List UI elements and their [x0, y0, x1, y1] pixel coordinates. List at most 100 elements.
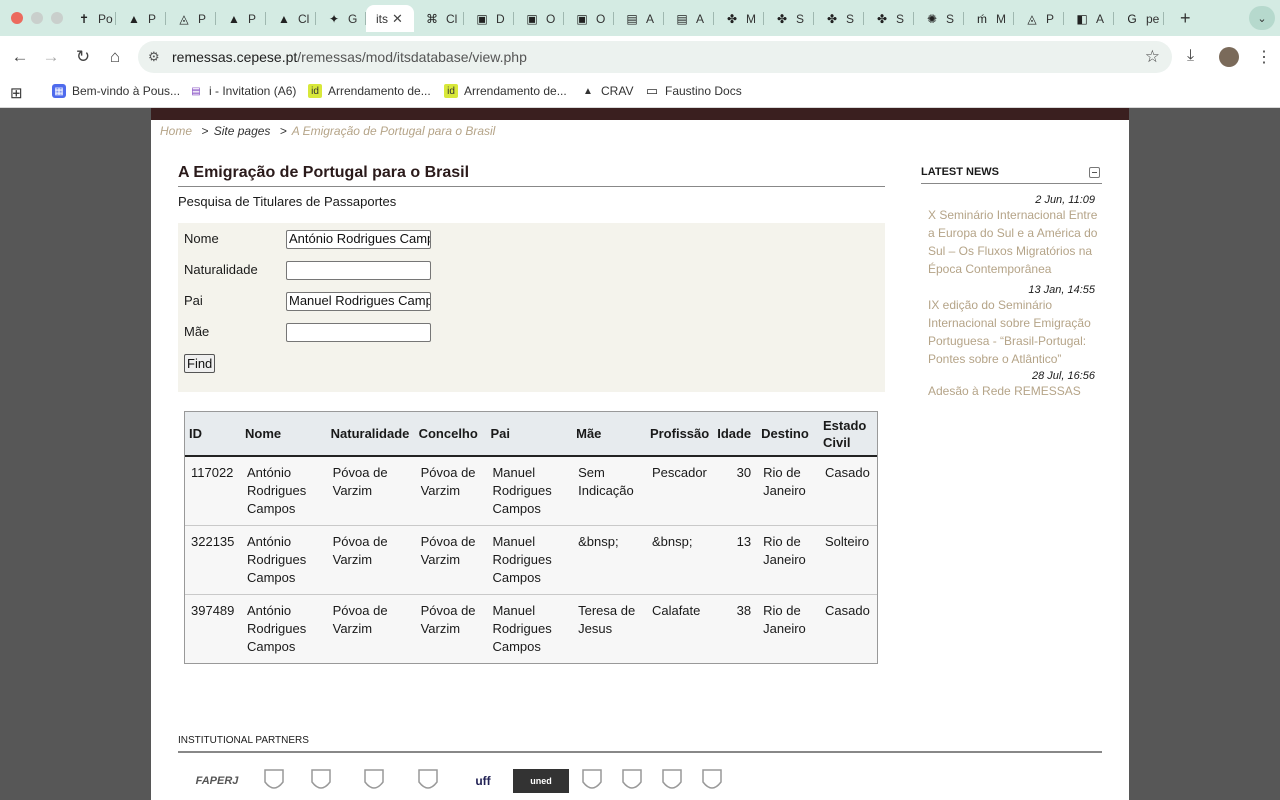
triangle-icon: ▲: [128, 11, 140, 26]
breadcrumb-current[interactable]: A Emigração de Portugal para o Brasil: [292, 124, 496, 138]
google-icon: G: [1127, 11, 1137, 26]
partner-logo[interactable]: [619, 766, 645, 796]
table-cell: &bnsp;: [645, 525, 714, 595]
table-row: 117022 António Rodrigues Campos Póvoa de V…: [185, 456, 877, 526]
table-cell: 13: [713, 525, 758, 595]
latest-news-title: LATEST NEWS: [921, 166, 1102, 184]
news-item: 13 Jan, 14:55 IX edição do Seminário Inte…: [921, 284, 1102, 368]
browser-tab[interactable]: ḿM: [964, 5, 1014, 32]
printer-icon: ▤: [191, 85, 201, 97]
tab-title: S: [846, 11, 855, 26]
tab-title: Po: [98, 11, 113, 26]
forward-arrow-icon[interactable]: →: [39, 45, 63, 69]
browser-tab[interactable]: ✦ G: [316, 5, 366, 32]
table-cell: Manuel Rodrigues Campos: [486, 594, 573, 663]
table-cell: Póvoa de Varzim: [414, 456, 487, 526]
browser-tab[interactable]: its ✕: [366, 5, 414, 32]
news-link[interactable]: IX edição do Seminário Internacional sob…: [921, 296, 1102, 368]
site-settings-icon[interactable]: ⚙: [148, 49, 160, 65]
find-button[interactable]: Find: [184, 354, 216, 373]
bookmark-item[interactable]: ▦ Bem-vindo à Pous...: [52, 84, 180, 98]
bookmark-item[interactable]: id Arrendamento de...: [444, 84, 567, 98]
table-cell: 38: [713, 594, 758, 663]
browser-tab[interactable]: ▲ P: [216, 5, 266, 32]
table-row: 322135 António Rodrigues Campos Póvoa de V…: [185, 525, 877, 595]
browser-tab[interactable]: ▲ Cl: [266, 5, 316, 32]
bookmark-item[interactable]: ▲ CRAV: [581, 84, 633, 98]
browser-tab[interactable]: ✤ S: [814, 5, 864, 32]
collapse-block-icon[interactable]: [1089, 167, 1100, 178]
tab-title: Cl: [446, 11, 458, 26]
partner-logo[interactable]: [259, 766, 289, 796]
apps-grid-icon[interactable]: ⊞: [10, 84, 23, 102]
partners-title: INSTITUTIONAL PARTNERS: [178, 735, 309, 746]
browser-tab[interactable]: ▣ D: [464, 5, 514, 32]
breadcrumb-separator: >: [279, 124, 287, 138]
partner-logo[interactable]: FAPERJ: [183, 766, 251, 796]
close-tab-icon[interactable]: ✕: [392, 11, 403, 27]
browser-tab[interactable]: ◬ P: [1014, 5, 1064, 32]
download-icon[interactable]: ⤓: [1187, 47, 1194, 65]
bookmark-star-icon[interactable]: ☆: [1145, 47, 1160, 67]
url-text: remessas.cepese.pt/remessas/mod/itsdatab…: [172, 49, 527, 65]
browser-tab[interactable]: ✺ S: [914, 5, 964, 32]
browser-tab[interactable]: ✤ S: [764, 5, 814, 32]
new-tab-button[interactable]: +: [1180, 8, 1191, 29]
browser-tab[interactable]: ▣ O: [564, 5, 614, 32]
bookmark-item[interactable]: ▤ i - Invitation (A6): [189, 84, 296, 98]
pai-input[interactable]: Manuel Rodrigues Campos: [286, 292, 431, 311]
browser-tab[interactable]: ▲ P: [116, 5, 166, 32]
partner-logo[interactable]: [659, 766, 685, 796]
partner-logo[interactable]: [301, 766, 341, 796]
partner-logo[interactable]: uff: [466, 766, 500, 796]
bookmark-item[interactable]: id Arrendamento de...: [308, 84, 431, 98]
nome-input[interactable]: António Rodrigues Campos: [286, 230, 431, 249]
breadcrumb-home-link[interactable]: Home: [160, 124, 192, 138]
table-cell: Pescador: [645, 456, 714, 526]
partner-logo[interactable]: [351, 766, 397, 796]
tree-icon: ✤: [876, 11, 888, 26]
gemini-icon: ✦: [328, 11, 340, 26]
bookmark-label: Faustino Docs: [665, 84, 742, 98]
table-header-row: ID Nome Naturalidade Concelho Pai Mãe Profissã…: [185, 412, 877, 457]
browser-tab[interactable]: ▣ O: [514, 5, 564, 32]
bookmark-item[interactable]: ▭ Faustino Docs: [645, 83, 742, 98]
close-window-button[interactable]: [11, 12, 23, 24]
profile-avatar[interactable]: [1219, 47, 1239, 67]
browser-tab[interactable]: ✝ Po: [66, 5, 116, 32]
browser-tab[interactable]: Gpe: [1114, 5, 1164, 32]
m-logo-icon: ḿ: [977, 11, 987, 26]
partner-logo[interactable]: [409, 766, 447, 796]
pai-label: Pai: [184, 293, 203, 308]
news-link[interactable]: Adesão à Rede REMESSAS: [921, 382, 1102, 400]
naturalidade-label: Naturalidade: [184, 262, 258, 277]
more-menu-icon[interactable]: ⋮: [1256, 47, 1272, 67]
flag-icon: ◧: [1076, 11, 1088, 26]
reload-icon[interactable]: ↻: [71, 45, 95, 69]
browser-tab[interactable]: ⌘ Cl: [414, 5, 464, 32]
search-form: Nome António Rodrigues Campos Naturalida…: [178, 223, 885, 392]
partner-logo[interactable]: [699, 766, 725, 796]
mae-input[interactable]: [286, 323, 431, 342]
latest-news-heading: LATEST NEWS: [921, 166, 1000, 178]
web-page: Home > Site pages > A Emigração de Portu…: [151, 108, 1129, 800]
partner-logo[interactable]: [579, 766, 605, 796]
address-bar[interactable]: ⚙ remessas.cepese.pt/remessas/mod/itsdat…: [138, 41, 1172, 73]
browser-tab[interactable]: ◧ A: [1064, 5, 1114, 32]
back-arrow-icon[interactable]: ←: [8, 45, 32, 69]
minimize-window-button[interactable]: [31, 12, 43, 24]
breadcrumb-site-pages[interactable]: Site pages: [214, 124, 271, 138]
naturalidade-input[interactable]: [286, 261, 431, 280]
browser-tab[interactable]: ▤ A: [664, 5, 714, 32]
partner-logo[interactable]: uned: [513, 769, 569, 793]
home-icon[interactable]: ⌂: [103, 45, 127, 69]
table-cell: Póvoa de Varzim: [326, 525, 415, 595]
browser-tab[interactable]: ◬ P: [166, 5, 216, 32]
maximize-window-button[interactable]: [51, 12, 63, 24]
browser-tab[interactable]: ✤ M: [714, 5, 764, 32]
tab-search-chevron-icon[interactable]: ⌄: [1249, 6, 1275, 30]
bookmark-label: Arrendamento de...: [328, 84, 431, 98]
browser-tab[interactable]: ✤ S: [864, 5, 914, 32]
browser-tab[interactable]: ▤ A: [614, 5, 664, 32]
news-link[interactable]: X Seminário Internacional Entre a Europa…: [921, 206, 1102, 278]
